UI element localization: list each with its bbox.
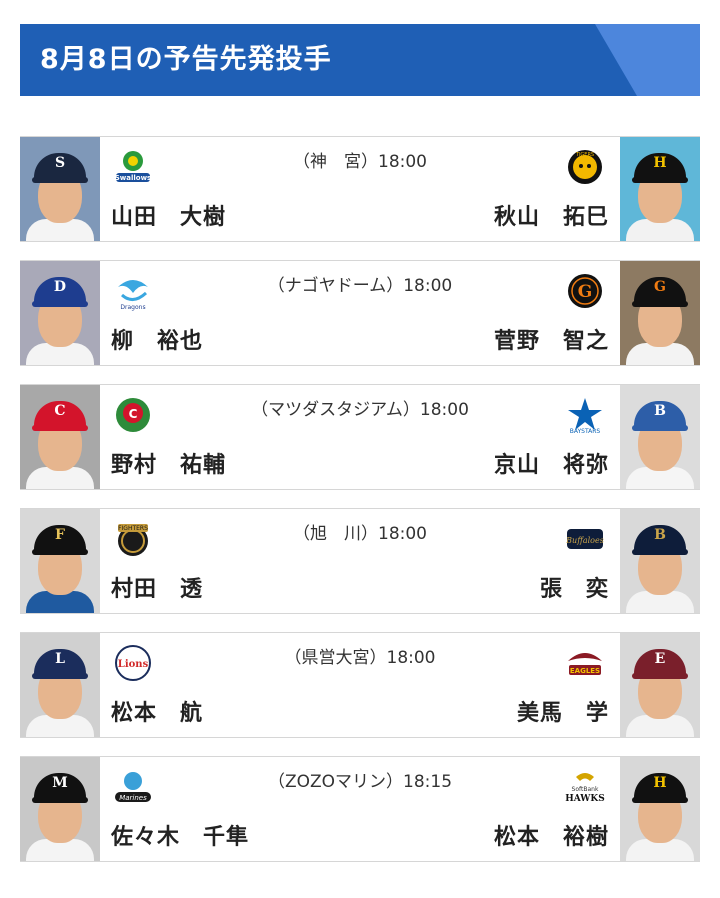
cap-logo-icon: G: [654, 279, 666, 295]
cap-brim: [32, 673, 88, 679]
home-pitcher-photo: M: [20, 757, 100, 861]
home-pitcher-name[interactable]: 村田 透: [111, 571, 203, 603]
away-pitcher-photo: H: [620, 137, 700, 241]
giants-logo-icon: G: [564, 271, 606, 311]
home-pitcher-name[interactable]: 野村 祐輔: [111, 447, 226, 479]
cap-logo-icon: L: [55, 651, 65, 667]
cap-logo-icon: B: [654, 403, 666, 419]
home-pitcher-photo: L: [20, 633, 100, 737]
game-card[interactable]: S Swallows （神 宮）18:00 山田 大樹 TIGERS 秋山 拓巳…: [20, 136, 700, 242]
home-pitcher-name[interactable]: 山田 大樹: [111, 199, 226, 231]
cap-logo-icon: S: [54, 155, 66, 171]
cap-logo-icon: H: [653, 775, 667, 791]
cap-logo-icon: C: [54, 403, 66, 419]
baystars-logo-text: BAYSTARS: [570, 428, 601, 435]
cap-logo-icon: F: [55, 527, 65, 543]
game-card[interactable]: C C （マツダスタジアム）18:00 野村 祐輔 BAYSTARS 京山 将弥…: [20, 384, 700, 490]
baystars-logo-icon: BAYSTARS: [564, 395, 606, 435]
marines-logo-text: Marines: [119, 794, 147, 802]
carp-logo-icon: C: [112, 395, 154, 435]
buffaloes-logo-icon: Buffaloes: [564, 519, 606, 559]
giants-logo-text: G: [578, 282, 593, 302]
hawks-logo-text-2: HAWKS: [565, 794, 604, 804]
eagles-logo-text: EAGLES: [570, 667, 600, 675]
away-pitcher-name[interactable]: 張 奕: [540, 571, 609, 603]
venue-time: （マツダスタジアム）18:00: [251, 400, 469, 420]
tigers-logo-icon: TIGERS: [564, 147, 606, 187]
away-pitcher-name[interactable]: 美馬 学: [517, 695, 609, 727]
away-pitcher-photo: G: [620, 261, 700, 365]
cap-brim: [32, 549, 88, 555]
home-pitcher-name[interactable]: 佐々木 千隼: [111, 819, 249, 851]
marines-logo-icon: Marines: [112, 767, 154, 807]
page-title: 8月8日の予告先発投手: [40, 44, 332, 75]
home-pitcher-photo: S: [20, 137, 100, 241]
carp-logo-text: C: [129, 407, 138, 421]
page-header: 8月8日の予告先発投手: [20, 24, 700, 96]
tigers-logo-text: TIGERS: [575, 152, 594, 158]
cap-brim: [632, 549, 688, 555]
cap-logo-icon: D: [53, 279, 67, 295]
cap-brim: [632, 673, 688, 679]
swallows-logo-icon: Swallows: [112, 147, 154, 187]
away-pitcher-photo: B: [620, 509, 700, 613]
cap-brim: [632, 797, 688, 803]
away-pitcher-photo: B: [620, 385, 700, 489]
away-pitcher-name[interactable]: 松本 裕樹: [494, 819, 609, 851]
home-pitcher-name[interactable]: 松本 航: [111, 695, 203, 727]
away-pitcher-name[interactable]: 京山 将弥: [494, 447, 609, 479]
cap-logo-icon: H: [653, 155, 667, 171]
home-pitcher-photo: C: [20, 385, 100, 489]
game-card[interactable]: D Dragons （ナゴヤドーム）18:00 柳 裕也 G 菅野 智之 G: [20, 260, 700, 366]
venue-time: （ZOZOマリン）18:15: [267, 772, 453, 792]
swallows-logo-text: Swallows: [115, 174, 151, 182]
game-card[interactable]: M Marines （ZOZOマリン）18:15 佐々木 千隼 SoftBank…: [20, 756, 700, 862]
home-pitcher-photo: D: [20, 261, 100, 365]
dragons-logo-text: Dragons: [120, 304, 145, 311]
away-pitcher-photo: E: [620, 633, 700, 737]
game-card[interactable]: L Lions （県営大宮）18:00 松本 航 EAGLES 美馬 学 E: [20, 632, 700, 738]
buffaloes-logo-text: Buffaloes: [565, 536, 604, 545]
eagles-logo-icon: EAGLES: [564, 643, 606, 683]
lions-logo-icon: Lions: [112, 643, 154, 683]
fighters-logo-icon: FIGHTERS: [112, 519, 154, 559]
cap-brim: [632, 425, 688, 431]
cap-brim: [32, 301, 88, 307]
hawks-logo-icon: SoftBank HAWKS: [564, 767, 606, 807]
away-pitcher-name[interactable]: 菅野 智之: [494, 323, 609, 355]
venue-time: （旭 川）18:00: [293, 524, 427, 544]
header-stripe: [595, 24, 700, 96]
lions-logo-text: Lions: [118, 659, 149, 670]
cap-brim: [32, 797, 88, 803]
cap-logo-icon: E: [654, 651, 666, 667]
venue-time: （県営大宮）18:00: [284, 648, 436, 668]
venue-time: （ナゴヤドーム）18:00: [267, 276, 453, 296]
hawks-logo-text-1: SoftBank: [572, 786, 599, 793]
venue-time: （神 宮）18:00: [293, 152, 427, 172]
cap-logo-icon: M: [52, 775, 68, 791]
cap-brim: [632, 177, 688, 183]
home-pitcher-name[interactable]: 柳 裕也: [111, 323, 203, 355]
away-pitcher-photo: H: [620, 757, 700, 861]
fighters-logo-text: FIGHTERS: [118, 525, 148, 532]
game-card[interactable]: F FIGHTERS （旭 川）18:00 村田 透 Buffaloes 張 奕…: [20, 508, 700, 614]
away-pitcher-name[interactable]: 秋山 拓巳: [494, 199, 609, 231]
cap-brim: [632, 301, 688, 307]
home-pitcher-photo: F: [20, 509, 100, 613]
cap-logo-icon: B: [654, 527, 666, 543]
cap-brim: [32, 177, 88, 183]
cap-brim: [32, 425, 88, 431]
dragons-logo-icon: Dragons: [112, 271, 154, 311]
